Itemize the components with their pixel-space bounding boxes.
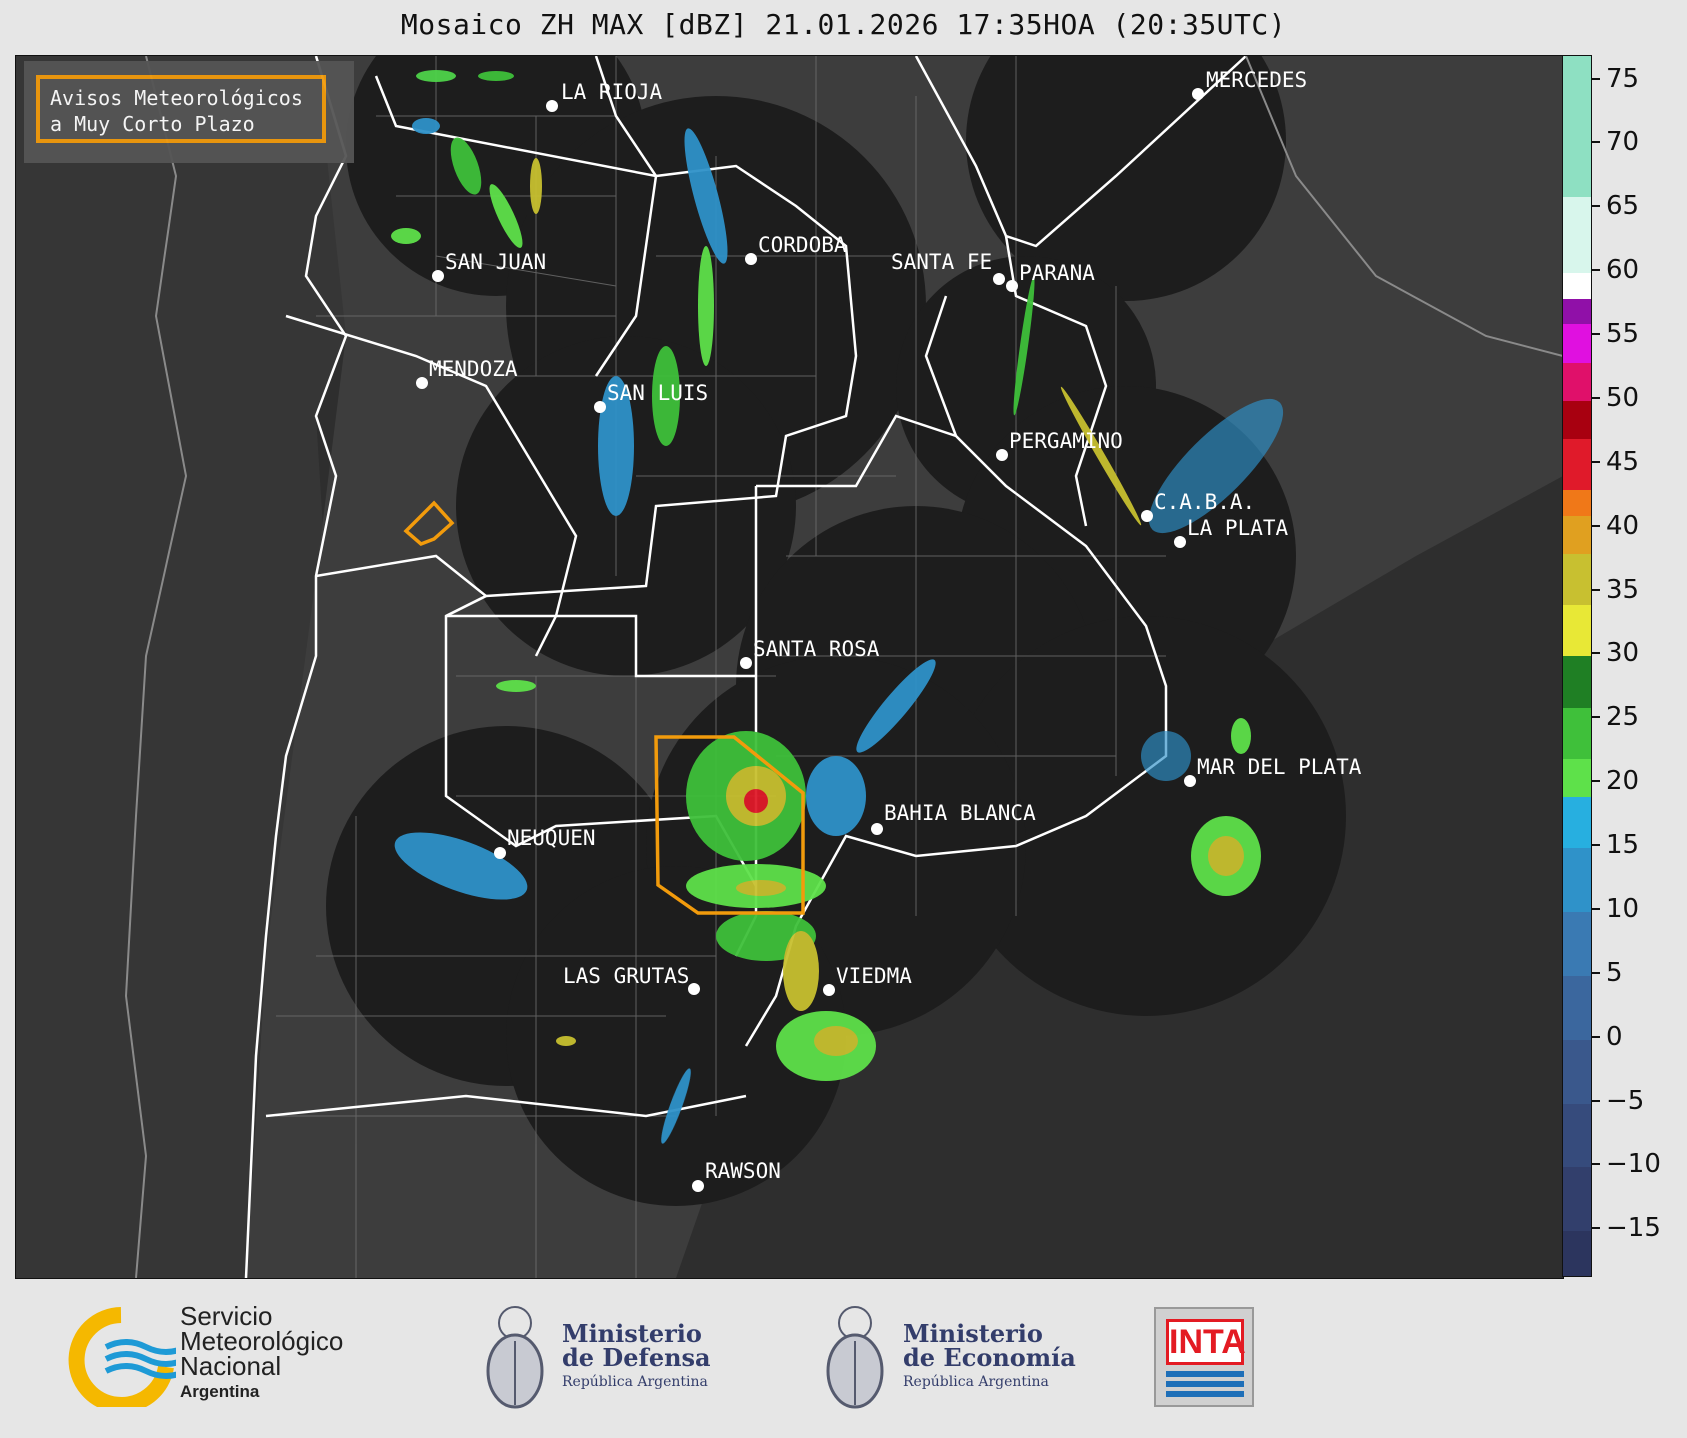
city-label: MAR DEL PLATA	[1197, 755, 1362, 779]
colorbar-tick-label: 60	[1592, 255, 1639, 285]
city-label: MERCEDES	[1206, 68, 1307, 92]
colorbar-band	[1563, 273, 1591, 299]
dbz-colorbar	[1562, 55, 1592, 1277]
smn-logo-icon	[68, 1307, 176, 1407]
colorbar-tick-label: 5	[1592, 958, 1623, 988]
colorbar-tick-label: 50	[1592, 383, 1639, 413]
colorbar-tick-label: 20	[1592, 766, 1639, 796]
city-label: SAN JUAN	[445, 250, 546, 274]
colorbar-tick-label: 45	[1592, 447, 1639, 477]
inta-stripe	[1166, 1381, 1244, 1387]
colorbar-band	[1563, 1231, 1591, 1276]
city-label: SAN LUIS	[607, 381, 708, 405]
radar-map[interactable]: LA RIOJA MERCEDES SAN JUAN CORDOBA SANTA…	[15, 55, 1564, 1279]
city-label: C.A.B.A.	[1154, 490, 1255, 514]
colorbar-tick-label: 70	[1592, 127, 1639, 157]
defensa-line3: República Argentina	[562, 1374, 708, 1390]
colorbar-band	[1563, 515, 1591, 555]
colorbar-band	[1563, 758, 1591, 797]
city-label: LAS GRUTAS	[563, 964, 689, 988]
city-label: VIEDMA	[836, 964, 912, 988]
city-label: SANTA ROSA	[753, 637, 880, 661]
colorbar-band	[1563, 490, 1591, 516]
economia-line2: de Economía	[903, 1343, 1076, 1372]
inta-wordmark: INTA	[1166, 1319, 1246, 1365]
colorbar-band	[1563, 56, 1591, 197]
inta-stripe	[1166, 1371, 1244, 1377]
colorbar-band	[1563, 796, 1591, 849]
colorbar-band	[1563, 848, 1591, 912]
colorbar-tick-label: 25	[1592, 702, 1639, 732]
defensa-text: Ministerio de Defensa República Argentin…	[562, 1322, 711, 1394]
colorbar-band	[1563, 605, 1591, 657]
city-label: PERGAMINO	[1009, 429, 1123, 453]
colorbar-tick-label: 10	[1592, 894, 1639, 924]
colorbar-band	[1563, 400, 1591, 440]
city-label: CORDOBA	[758, 233, 847, 257]
map-canvas: LA RIOJA MERCEDES SAN JUAN CORDOBA SANTA…	[16, 56, 1563, 1278]
smn-line4: Argentina	[180, 1382, 260, 1401]
colorbar-band	[1563, 554, 1591, 606]
colorbar-tick-label: 65	[1592, 191, 1639, 221]
city-label: PARANA	[1019, 261, 1095, 285]
colorbar-tick-label: 30	[1592, 638, 1639, 668]
warning-legend-line1: Avisos Meteorológicos	[50, 86, 303, 110]
colorbar-band	[1563, 439, 1591, 491]
city-label: BAHIA BLANCA	[884, 801, 1036, 825]
warning-legend: Avisos Meteorológicos a Muy Corto Plazo	[24, 61, 354, 163]
colorbar-tick-label: 15	[1592, 830, 1639, 860]
city-label: LA RIOJA	[561, 80, 663, 104]
economia-text: Ministerio de Economía República Argenti…	[903, 1322, 1076, 1394]
warning-legend-line2: a Muy Corto Plazo	[50, 112, 255, 136]
city-label: RAWSON	[705, 1159, 781, 1183]
map-title: Mosaico ZH MAX [dBZ] 21.01.2026 17:35HOA…	[400, 8, 1287, 41]
colorbar-band	[1563, 707, 1591, 759]
coat-of-arms-icon	[826, 1306, 884, 1409]
colorbar-band	[1563, 1039, 1591, 1104]
colorbar-tick-label: 35	[1592, 575, 1639, 605]
city-label: NEUQUEN	[507, 826, 596, 850]
colorbar-band	[1563, 911, 1591, 976]
colorbar-band	[1563, 324, 1591, 363]
footer-logos: Servicio Meteorológico Nacional Argentin…	[0, 1277, 1687, 1438]
colorbar-band	[1563, 975, 1591, 1040]
city-label: MENDOZA	[429, 357, 518, 381]
smn-name: Servicio Meteorológico Nacional Argentin…	[180, 1303, 343, 1404]
economia-line3: República Argentina	[903, 1374, 1049, 1390]
colorbar-tick-label: 40	[1592, 511, 1639, 541]
colorbar-band	[1563, 1167, 1591, 1232]
coat-of-arms-icon	[486, 1306, 544, 1409]
colorbar-tick-label: 75	[1592, 64, 1639, 94]
colorbar-tick-label: −15	[1592, 1213, 1661, 1243]
smn-line3: Nacional	[180, 1351, 282, 1381]
colorbar-band	[1563, 196, 1591, 274]
colorbar-band	[1563, 1103, 1591, 1168]
city-label: SANTA FE	[891, 250, 992, 274]
colorbar-band	[1563, 298, 1591, 325]
colorbar-band	[1563, 362, 1591, 401]
inta-logo: INTA	[1154, 1307, 1254, 1407]
city-label: LA PLATA	[1187, 516, 1289, 540]
inta-stripe	[1166, 1391, 1244, 1397]
colorbar-tick-label: 0	[1592, 1022, 1623, 1052]
colorbar-tick-label: −10	[1592, 1149, 1661, 1179]
colorbar-tick-label: −5	[1592, 1086, 1644, 1116]
warning-legend-box: Avisos Meteorológicos a Muy Corto Plazo	[36, 75, 326, 143]
colorbar-tick-label: 55	[1592, 319, 1639, 349]
defensa-line2: de Defensa	[562, 1343, 711, 1372]
colorbar-band	[1563, 656, 1591, 708]
